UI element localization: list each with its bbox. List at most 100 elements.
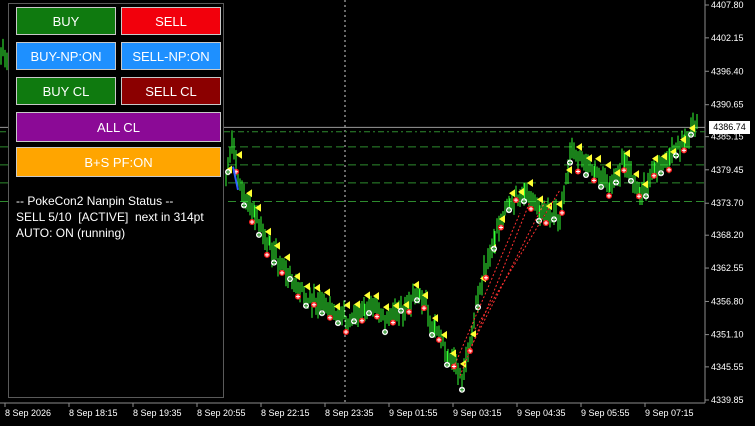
sell-entry-marker xyxy=(546,202,552,211)
buy-entry-marker xyxy=(374,313,380,320)
price-tick-label: 4402.15 xyxy=(711,33,744,43)
buy-entry-marker xyxy=(613,179,619,186)
price-tick-label: 4362.55 xyxy=(711,263,744,273)
buy-entry-marker xyxy=(636,193,642,200)
buy-entry-marker xyxy=(591,177,597,184)
buy-entry-marker xyxy=(543,220,549,227)
buy-entry-marker xyxy=(264,251,270,258)
buy-entry-marker xyxy=(436,336,442,343)
buy-entry-marker xyxy=(406,308,412,315)
sell-entry-marker xyxy=(383,303,389,312)
sell-entry-marker xyxy=(633,170,639,179)
buy-entry-marker xyxy=(567,159,573,166)
buy-entry-marker xyxy=(303,302,309,309)
price-tick-label: 4390.65 xyxy=(711,100,744,110)
time-tick-label: 8 Sep 22:15 xyxy=(261,408,310,418)
sell-entry-marker xyxy=(652,154,658,163)
sell-entry-marker xyxy=(661,152,667,161)
buy-entry-marker xyxy=(551,216,557,223)
sell-entry-marker xyxy=(354,300,360,309)
trading-terminal: 4407.80 4402.15 4396.40 4390.65 4385.15 4379.… xyxy=(0,0,755,426)
buy-entry-marker xyxy=(498,224,504,231)
sell-button[interactable]: SELL xyxy=(121,7,221,35)
buy-entry-marker xyxy=(319,310,325,317)
buy-entry-marker xyxy=(666,166,672,173)
buy-entry-marker xyxy=(536,217,542,224)
buy-entry-marker xyxy=(287,275,293,282)
sell-entry-marker xyxy=(274,241,280,250)
buy-entry-marker xyxy=(295,293,301,300)
sell-entry-marker xyxy=(334,302,340,311)
buy-entry-marker xyxy=(444,361,450,368)
sell-nanpin-toggle[interactable]: SELL-NP:ON xyxy=(121,42,221,70)
buy-entry-marker xyxy=(390,319,396,326)
buy-entry-marker xyxy=(327,314,333,321)
time-tick-label: 9 Sep 03:15 xyxy=(453,408,502,418)
buy-entry-marker xyxy=(451,363,457,370)
buy-close-button[interactable]: BUY CL xyxy=(16,77,116,105)
time-tick-label: 8 Sep 20:55 xyxy=(197,408,246,418)
all-close-button[interactable]: ALL CL xyxy=(16,112,221,142)
buy-entry-marker xyxy=(398,307,404,314)
buy-entry-marker xyxy=(651,172,657,179)
sell-entry-marker xyxy=(642,180,648,189)
sell-entry-marker xyxy=(441,330,447,339)
sell-entry-marker xyxy=(294,272,300,281)
sell-entry-marker xyxy=(393,301,399,310)
buy-entry-marker xyxy=(421,305,427,312)
buy-entry-marker xyxy=(311,301,317,308)
time-tick-label: 8 Sep 19:35 xyxy=(133,408,182,418)
buy-entry-marker xyxy=(606,192,612,199)
buy-entry-marker xyxy=(491,245,497,252)
time-tick-label: 8 Sep 23:35 xyxy=(325,408,374,418)
price-tick-label: 4373.70 xyxy=(711,198,744,208)
buy-entry-marker xyxy=(382,328,388,335)
buy-entry-marker xyxy=(429,331,435,338)
buy-entry-marker xyxy=(575,168,581,175)
current-price-tag: 4386.74 xyxy=(709,121,750,134)
price-tick-label: 4379.45 xyxy=(711,165,744,175)
time-tick-label: 9 Sep 01:55 xyxy=(389,408,438,418)
sell-entry-marker xyxy=(403,300,409,309)
sell-entry-marker xyxy=(255,203,261,212)
buy-entry-marker xyxy=(506,207,512,214)
buy-entry-marker xyxy=(513,197,519,204)
sell-entry-marker xyxy=(413,280,419,289)
control-panel: BUY SELL BUY-NP:ON SELL-NP:ON BUY CL SEL… xyxy=(8,3,224,398)
status-title: -- PokeCon2 Nanpin Status -- xyxy=(16,194,174,208)
price-tick-label: 4368.20 xyxy=(711,230,744,240)
sell-entry-marker xyxy=(284,253,290,262)
sell-close-button[interactable]: SELL CL xyxy=(121,77,221,105)
buy-entry-marker xyxy=(621,167,627,174)
price-tick-label: 4396.40 xyxy=(711,66,744,76)
buy-entry-marker xyxy=(241,202,247,209)
buy-entry-marker xyxy=(598,183,604,190)
sell-entry-marker xyxy=(586,154,592,163)
status-position: SELL 5/10 [ACTIVE] next in 314pt xyxy=(16,210,204,224)
buy-entry-marker xyxy=(528,205,534,212)
price-tick-label: 4339.85 xyxy=(711,395,744,405)
buy-entry-marker xyxy=(681,147,687,154)
sell-entry-marker xyxy=(527,178,533,187)
trade-link-line xyxy=(459,201,531,377)
buy-entry-marker xyxy=(559,209,565,216)
time-tick-label: 9 Sep 05:55 xyxy=(581,408,630,418)
buy-nanpin-toggle[interactable]: BUY-NP:ON xyxy=(16,42,116,70)
sell-entry-marker xyxy=(576,143,582,152)
both-profit-toggle[interactable]: B+S PF:ON xyxy=(16,147,221,177)
sell-entry-marker xyxy=(450,349,456,358)
buy-entry-marker xyxy=(628,177,634,184)
time-tick-label: 9 Sep 07:15 xyxy=(645,408,694,418)
buy-entry-marker xyxy=(673,152,679,159)
price-tick-label: 4356.80 xyxy=(711,296,744,306)
buy-entry-marker xyxy=(225,169,231,176)
status-auto: AUTO: ON (running) xyxy=(16,226,126,240)
sell-entry-marker xyxy=(304,282,310,291)
sell-entry-marker xyxy=(422,291,428,300)
buy-entry-marker xyxy=(366,310,372,317)
sell-entry-marker xyxy=(499,214,505,223)
buy-button[interactable]: BUY xyxy=(16,7,116,35)
sell-entry-marker xyxy=(344,301,350,310)
buy-entry-marker xyxy=(351,318,357,325)
buy-entry-marker xyxy=(256,231,262,238)
